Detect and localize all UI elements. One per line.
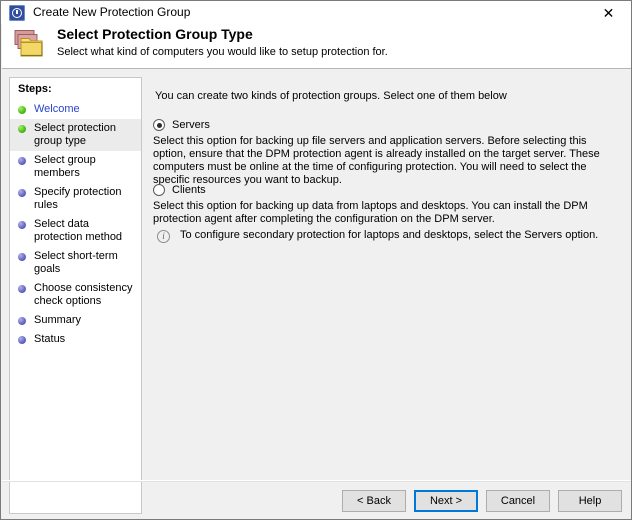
radio-row-servers[interactable]: Servers bbox=[153, 119, 617, 131]
option-description-servers: Select this option for backing up file s… bbox=[153, 135, 600, 186]
sidebar-item-status[interactable]: Status bbox=[10, 330, 141, 349]
sidebar-item-choose-consistency-check-options[interactable]: Choose consistency check options bbox=[10, 279, 141, 311]
step-done-icon bbox=[18, 125, 26, 133]
sidebar-item-select-data-protection-method[interactable]: Select data protection method bbox=[10, 215, 141, 247]
info-note-text: To configure secondary protection for la… bbox=[180, 229, 599, 241]
sidebar-item-label: Select short-term goals bbox=[34, 250, 118, 275]
dialog-window: Create New Protection Group ✕ Select Pro… bbox=[0, 0, 632, 520]
step-pending-icon bbox=[18, 336, 26, 344]
footer-divider bbox=[2, 480, 631, 482]
header-banner: Select Protection Group Type Select what… bbox=[2, 24, 631, 69]
folder-group-icon bbox=[14, 30, 43, 57]
title-bar: Create New Protection Group ✕ bbox=[1, 1, 631, 24]
step-pending-icon bbox=[18, 285, 26, 293]
option-description-clients: Select this option for backing up data f… bbox=[153, 200, 588, 225]
sidebar-item-label: Select group members bbox=[34, 154, 96, 179]
sidebar-item-specify-protection-rules[interactable]: Specify protection rules bbox=[10, 183, 141, 215]
next-button[interactable]: Next > bbox=[414, 490, 478, 512]
radio-label-clients: Clients bbox=[172, 184, 206, 196]
step-pending-icon bbox=[18, 221, 26, 229]
sidebar-item-select-group-members[interactable]: Select group members bbox=[10, 151, 141, 183]
info-icon: i bbox=[157, 230, 170, 243]
sidebar-item-label: Choose consistency check options bbox=[34, 282, 133, 307]
cancel-button[interactable]: Cancel bbox=[486, 490, 550, 512]
steps-list: Welcome Select protection group type Selec… bbox=[10, 100, 141, 349]
sidebar-item-label: Specify protection rules bbox=[34, 186, 122, 211]
help-button[interactable]: Help bbox=[558, 490, 622, 512]
sidebar-item-label: Summary bbox=[34, 314, 82, 326]
sidebar-item-summary[interactable]: Summary bbox=[10, 311, 141, 330]
close-icon[interactable]: ✕ bbox=[586, 1, 631, 24]
sidebar-item-select-protection-group-type[interactable]: Select protection group type bbox=[10, 119, 141, 151]
window-title: Create New Protection Group bbox=[33, 5, 191, 19]
steps-sidebar: Steps: Welcome Select protection group ty… bbox=[9, 77, 142, 514]
option-clients[interactable]: Clients Select this option for backing u… bbox=[153, 184, 617, 226]
radio-label-servers: Servers bbox=[172, 119, 210, 131]
content-panel: You can create two kinds of protection g… bbox=[149, 77, 623, 473]
intro-text: You can create two kinds of protection g… bbox=[155, 90, 507, 102]
page-title: Select Protection Group Type bbox=[57, 26, 253, 42]
step-pending-icon bbox=[18, 253, 26, 261]
page-subtitle: Select what kind of computers you would … bbox=[57, 46, 388, 58]
radio-servers[interactable] bbox=[153, 119, 165, 131]
option-servers[interactable]: Servers Select this option for backing u… bbox=[153, 119, 617, 187]
window-bottom-strip bbox=[1, 514, 631, 519]
sidebar-item-label: Select protection group type bbox=[34, 122, 116, 147]
info-note: i To configure secondary protection for … bbox=[157, 229, 598, 243]
back-button[interactable]: < Back bbox=[342, 490, 406, 512]
step-pending-icon bbox=[18, 189, 26, 197]
steps-label: Steps: bbox=[18, 83, 52, 95]
step-pending-icon bbox=[18, 317, 26, 325]
radio-clients[interactable] bbox=[153, 184, 165, 196]
dpm-clock-icon bbox=[9, 4, 25, 21]
sidebar-item-label: Select data protection method bbox=[34, 218, 123, 243]
sidebar-item-label: Status bbox=[34, 333, 66, 345]
sidebar-item-label: Welcome bbox=[34, 103, 80, 115]
sidebar-item-welcome[interactable]: Welcome bbox=[10, 100, 141, 119]
step-done-icon bbox=[18, 106, 26, 114]
step-pending-icon bbox=[18, 157, 26, 165]
button-bar: < Back Next > Cancel Help bbox=[342, 490, 622, 512]
radio-row-clients[interactable]: Clients bbox=[153, 184, 617, 196]
sidebar-item-select-short-term-goals[interactable]: Select short-term goals bbox=[10, 247, 141, 279]
